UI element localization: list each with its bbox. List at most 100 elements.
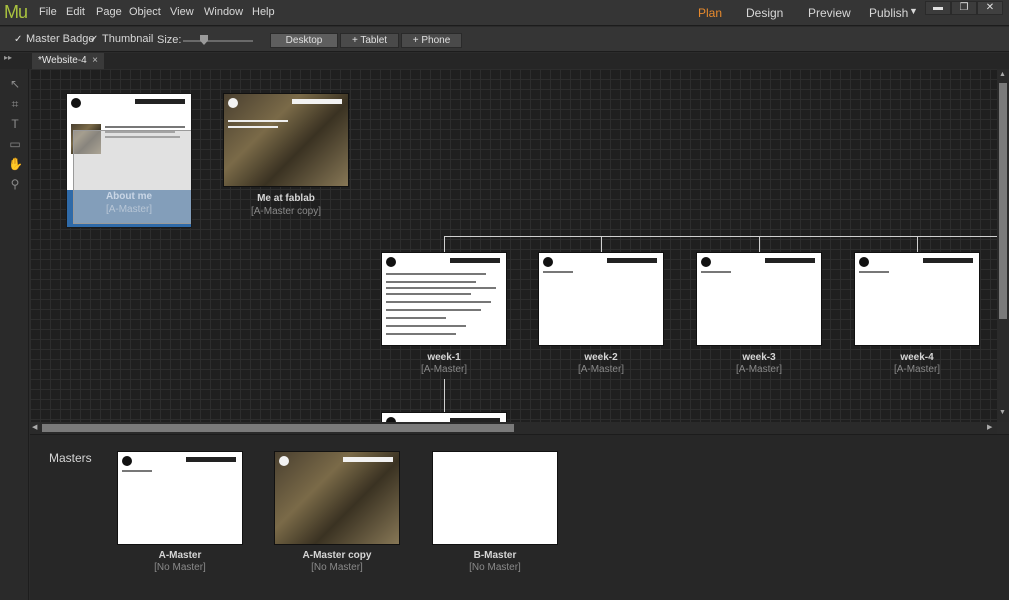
size-slider-handle[interactable] (200, 35, 208, 45)
hierarchy-connector (917, 236, 918, 252)
masters-panel: Masters A-Master [No Master] A-Master co… (30, 434, 1009, 600)
mode-design[interactable]: Design (746, 6, 783, 20)
brand-bar (450, 258, 500, 263)
text-line (228, 120, 288, 122)
document-tab[interactable]: *Website-4 × (32, 53, 104, 69)
scroll-right-icon[interactable]: ▶ (987, 423, 992, 431)
thumbnail-checkbox[interactable]: ✓ Thumbnail (90, 33, 153, 45)
text-line (859, 271, 889, 273)
menu-view[interactable]: View (170, 6, 194, 18)
logo-mark (228, 98, 238, 108)
collapse-panel-icon[interactable]: ▸▸ (4, 53, 12, 62)
master-thumbnail[interactable] (274, 451, 400, 545)
desktop-button[interactable]: Desktop (270, 33, 338, 48)
master-parent-label: [No Master] (154, 562, 206, 573)
page-thumbnail[interactable] (538, 252, 664, 346)
vertical-scrollbar[interactable]: ▲ ▼ (997, 69, 1009, 422)
rectangle-tool-icon[interactable]: ▭ (8, 137, 22, 151)
page-thumbnail[interactable] (854, 252, 980, 346)
master-thumbnail[interactable] (117, 451, 243, 545)
logo-mark (859, 257, 869, 267)
brand-bar (765, 258, 815, 263)
text-tool-icon[interactable]: T (8, 117, 22, 131)
master-parent-label: [No Master] (311, 562, 363, 573)
brand-bar (607, 258, 657, 263)
add-phone-button[interactable]: + Phone (401, 33, 462, 48)
page-title: week-4 (900, 352, 934, 363)
close-window-button[interactable]: ✕ (977, 1, 1003, 15)
logo-mark (71, 98, 81, 108)
page-title: Me at fablab (257, 193, 315, 204)
text-line (122, 470, 152, 472)
text-line (105, 126, 185, 128)
mode-publish[interactable]: Publish (869, 6, 908, 20)
page-title: week-2 (584, 352, 618, 363)
page-thumbnail[interactable] (223, 93, 349, 187)
menu-help[interactable]: Help (252, 6, 275, 18)
page-title: About me (105, 191, 153, 202)
master-thumbnail[interactable] (432, 451, 558, 545)
page-title: week-3 (742, 352, 776, 363)
zoom-tool-icon[interactable]: ⚲ (8, 177, 22, 191)
text-line (386, 309, 481, 311)
text-line (386, 273, 486, 275)
scroll-up-icon[interactable]: ▲ (999, 71, 1006, 78)
brand-bar (292, 99, 342, 104)
text-line (701, 271, 731, 273)
master-title: B-Master (473, 550, 517, 561)
text-line (386, 333, 456, 335)
scroll-left-icon[interactable]: ◀ (32, 423, 37, 431)
horizontal-scroll-thumb[interactable] (42, 424, 514, 432)
hand-tool-icon[interactable]: ✋ (8, 157, 23, 171)
workshop-photo (275, 452, 399, 544)
plan-toolbar: ✓ Master Badge ✓ Thumbnail Size: Desktop +… (0, 27, 1009, 52)
master-title: A-Master (158, 550, 202, 561)
restore-button[interactable]: ❐ (951, 1, 977, 15)
muse-logo: Mu (4, 2, 28, 22)
vertical-scroll-thumb[interactable] (999, 83, 1007, 319)
add-tablet-button[interactable]: + Tablet (340, 33, 399, 48)
minimize-button[interactable]: ▬ (925, 1, 951, 15)
logo-mark (543, 257, 553, 267)
menu-object[interactable]: Object (129, 6, 161, 18)
close-tab-icon[interactable]: × (92, 53, 98, 69)
master-badge-label: Master Badge (26, 33, 95, 45)
text-line (386, 317, 446, 319)
publish-dropdown-icon[interactable]: ▼ (909, 6, 918, 16)
logo-mark (386, 257, 396, 267)
logo-mark (701, 257, 711, 267)
thumbnail-label: Thumbnail (102, 33, 154, 45)
text-line (386, 301, 491, 303)
size-slider-track[interactable] (183, 40, 253, 42)
menu-edit[interactable]: Edit (66, 6, 85, 18)
page-master-label: [A-Master] (105, 204, 153, 215)
page-thumbnail[interactable] (381, 252, 507, 346)
horizontal-scrollbar[interactable]: ◀ ▶ (30, 422, 997, 434)
page-master-label: [A-Master] (893, 364, 941, 375)
text-line (228, 126, 278, 128)
menu-window[interactable]: Window (204, 6, 243, 18)
page-thumbnail-partial[interactable] (381, 412, 507, 422)
hierarchy-connector (444, 236, 445, 252)
crop-tool-icon[interactable]: ⌗ (8, 97, 22, 111)
menu-page[interactable]: Page (96, 6, 122, 18)
text-line (543, 271, 573, 273)
brand-bar (135, 99, 185, 104)
document-tab-strip (0, 53, 1009, 69)
menu-bar: Mu File Edit Page Object View Window Hel… (0, 0, 1009, 26)
mode-plan[interactable]: Plan (698, 6, 722, 20)
scroll-down-icon[interactable]: ▼ (999, 409, 1006, 416)
brand-bar (343, 457, 393, 462)
text-line (386, 293, 471, 295)
menu-file[interactable]: File (39, 6, 57, 18)
select-tool-icon[interactable]: ↖ (8, 77, 22, 91)
logo-mark (122, 456, 132, 466)
plan-canvas[interactable]: About me [A-Master] Me at fablab [A-Mast… (30, 69, 997, 422)
mode-preview[interactable]: Preview (808, 6, 851, 20)
page-master-label: [A-Master] (735, 364, 783, 375)
page-master-label: [A-Master copy] (250, 206, 322, 217)
page-thumbnail[interactable] (696, 252, 822, 346)
document-tab-title: *Website-4 (38, 55, 87, 66)
master-badge-checkbox[interactable]: ✓ Master Badge (14, 33, 94, 45)
page-title: week-1 (427, 352, 461, 363)
